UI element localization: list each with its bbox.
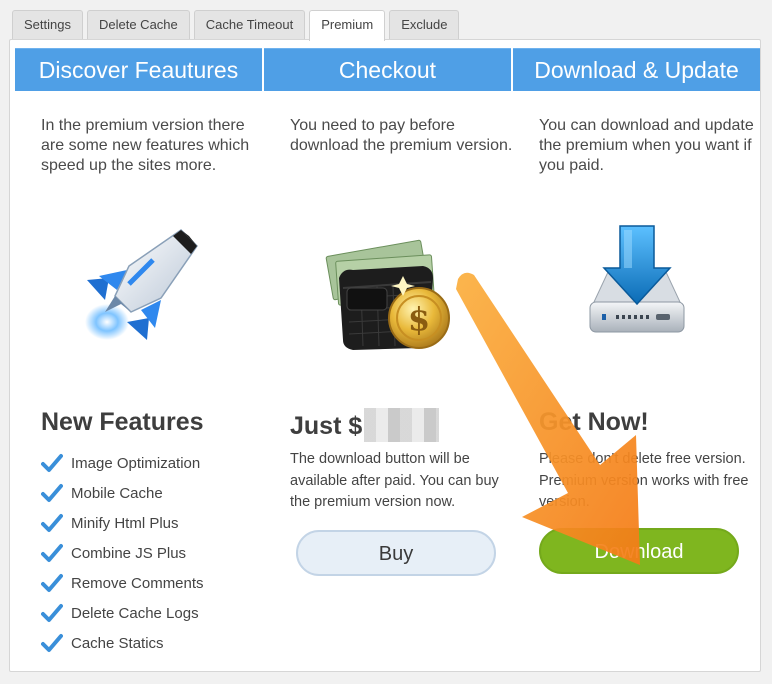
checkmark-icon [41, 453, 63, 473]
checkmark-icon [41, 633, 63, 653]
price-prefix: Just $ [290, 412, 363, 440]
buy-button[interactable]: Buy [296, 530, 496, 576]
download-update-text: You can download and update the premium … [539, 117, 754, 174]
checkout-text: You need to pay before download the prem… [290, 117, 513, 154]
tab-bar: Settings Delete Cache Cache Timeout Prem… [12, 10, 460, 41]
feature-label: Mobile Cache [71, 484, 163, 502]
discover-features-column: Discover Feautures In the premium versio… [15, 48, 262, 668]
tab-premium[interactable]: Premium [309, 10, 386, 41]
price-redacted [364, 408, 440, 442]
list-item: Image Optimization [41, 448, 204, 478]
list-item: Cache Statics [41, 628, 204, 658]
tab-delete-cache[interactable]: Delete Cache [86, 10, 190, 39]
feature-label: Combine JS Plus [71, 544, 187, 562]
list-item: Remove Comments [41, 568, 204, 598]
price-title: Just $ [290, 408, 440, 442]
download-update-heading: Download & Update [513, 48, 760, 91]
list-item: Mobile Cache [41, 478, 204, 508]
checkmark-icon [41, 603, 63, 623]
download-button[interactable]: Download [539, 528, 739, 574]
feature-label: Delete Cache Logs [71, 604, 199, 622]
get-now-title: Get Now! [539, 408, 649, 436]
rocket-icon [15, 218, 262, 358]
feature-label: Image Optimization [71, 454, 201, 472]
feature-label: Cache Statics [71, 634, 164, 652]
feature-label: Remove Comments [71, 574, 204, 592]
checkout-subtext: The download button will be available af… [290, 451, 499, 510]
wallet-coin-icon: $ [264, 218, 511, 358]
download-drive-icon [513, 218, 760, 358]
list-item: Combine JS Plus [41, 538, 204, 568]
premium-panel: Discover Feautures In the premium versio… [9, 39, 761, 672]
feature-list: Image Optimization Mobile Cache Minify H… [41, 448, 204, 658]
checkout-column: Checkout You need to pay before download… [264, 48, 512, 668]
checkout-heading: Checkout [264, 48, 511, 91]
tab-cache-timeout[interactable]: Cache Timeout [193, 10, 306, 39]
svg-text:$: $ [407, 300, 429, 338]
discover-features-text: In the premium version there are some ne… [41, 117, 250, 174]
download-subtext: Please don't delete free version. Premiu… [539, 451, 749, 510]
list-item: Delete Cache Logs [41, 598, 204, 628]
checkmark-icon [41, 513, 63, 533]
checkmark-icon [41, 573, 63, 593]
checkmark-icon [41, 543, 63, 563]
new-features-title: New Features [41, 408, 204, 436]
feature-label: Minify Html Plus [71, 514, 179, 532]
download-update-column: Download & Update You can download and u… [513, 48, 760, 668]
discover-features-heading: Discover Feautures [15, 48, 262, 91]
tab-settings[interactable]: Settings [12, 10, 83, 39]
list-item: Minify Html Plus [41, 508, 204, 538]
checkmark-icon [41, 483, 63, 503]
tab-exclude[interactable]: Exclude [389, 10, 460, 39]
